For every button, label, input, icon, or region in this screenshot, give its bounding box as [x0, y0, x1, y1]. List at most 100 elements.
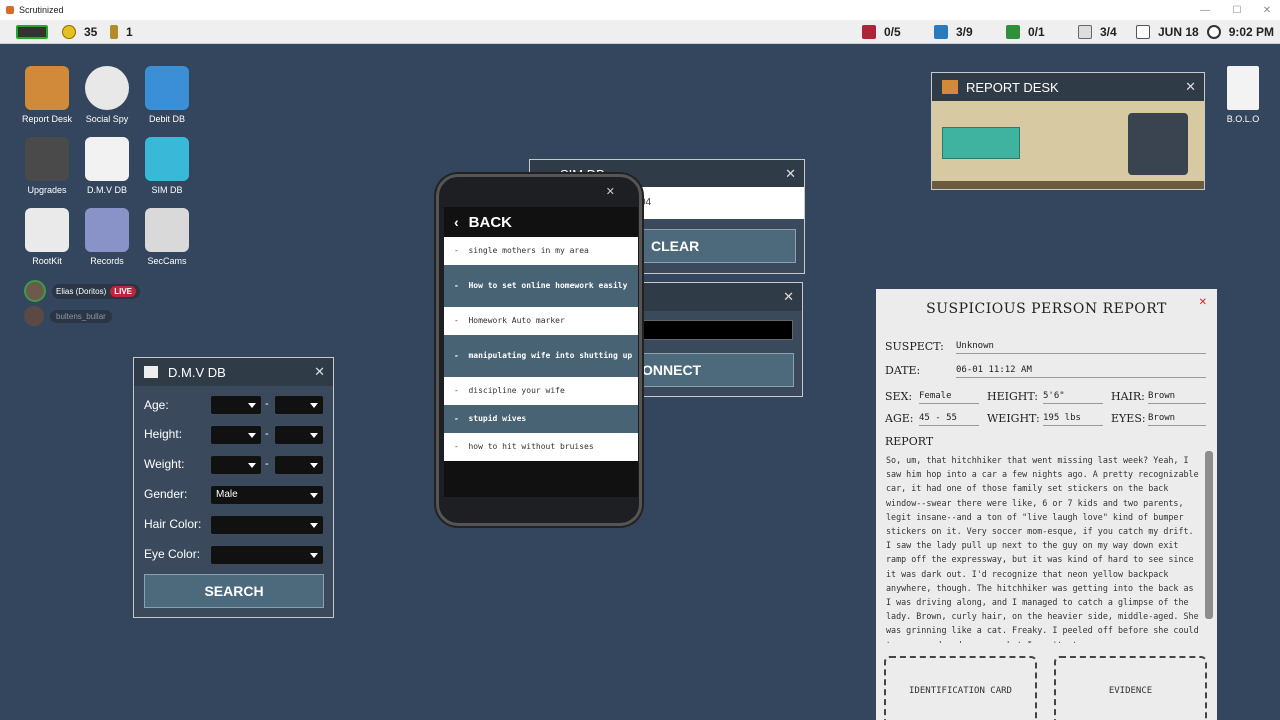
desktop-icon-label: B.O.L.O — [1226, 114, 1260, 124]
range-dash: - — [265, 428, 269, 440]
key-count: 1 — [126, 25, 133, 39]
close-icon[interactable]: ✕ — [1185, 79, 1196, 95]
phone-window: ✕ ‹ BACK - single mothers in my area - H… — [436, 174, 642, 526]
report-desk-icon — [942, 80, 958, 94]
date-display: JUN 18 — [1158, 25, 1199, 39]
eyes-label: EYES: — [1111, 412, 1146, 425]
eye-color-select[interactable] — [211, 546, 323, 564]
desktop-icon-seccams[interactable]: SecCams — [132, 208, 202, 266]
time-display: 9:02 PM — [1228, 25, 1275, 39]
computer-icon — [16, 24, 48, 40]
weight-max-select[interactable] — [275, 456, 323, 474]
gender-select[interactable]: Male — [211, 486, 323, 504]
suspect-label: SUSPECT: — [885, 340, 944, 353]
desktop-icon-label: Upgrades — [27, 185, 67, 195]
age-min-select[interactable] — [211, 396, 261, 414]
stream-username: bultens_bullar — [50, 309, 112, 323]
stream-user-row: Elias (Doritos) LIVE — [24, 280, 141, 302]
search-history-item[interactable]: - Homework Auto marker — [444, 307, 638, 335]
phone-icon[interactable] — [1128, 113, 1188, 175]
desktop-icon-debit-db[interactable]: Debit DB — [132, 66, 202, 124]
calendar-icon — [1136, 25, 1150, 39]
report-icon — [934, 25, 948, 39]
desktop-icon-label: Social Spy — [85, 114, 129, 124]
age-max-select[interactable] — [275, 396, 323, 414]
hair-color-label: Hair Color: — [144, 517, 202, 531]
height-value[interactable]: 5'6" — [1043, 391, 1103, 404]
suspicious-person-report: SUSPICIOUS PERSON REPORT ✕ SUSPECT: Unkn… — [876, 289, 1217, 720]
fax-tray[interactable] — [942, 127, 1020, 159]
age-label: Age: — [144, 398, 169, 412]
upgrades-icon — [25, 137, 69, 181]
desk-edge — [932, 181, 1204, 189]
identification-card-slot[interactable]: IDENTIFICATION CARD — [884, 656, 1037, 720]
date-label: DATE: — [885, 364, 921, 377]
desktop-icon-bolo[interactable]: B.O.L.O — [1208, 66, 1278, 124]
close-icon[interactable]: ✕ — [783, 289, 794, 305]
note-icon — [1078, 25, 1092, 39]
minimize-icon[interactable]: — — [1190, 0, 1220, 20]
report-scrollbar[interactable] — [1205, 451, 1213, 619]
case-icon — [862, 25, 876, 39]
close-window-icon[interactable]: ✕ — [1252, 0, 1280, 20]
key-icon — [110, 25, 118, 39]
desktop-icon-label: Report Desk — [21, 114, 73, 124]
close-icon[interactable]: ✕ — [606, 185, 615, 198]
dmv-db-icon — [144, 366, 158, 378]
eyes-value[interactable]: Brown — [1148, 413, 1206, 426]
back-button[interactable]: ‹ BACK — [444, 207, 638, 237]
stream-user-row: bultens_bullar — [24, 306, 112, 326]
weight-value[interactable]: 195 lbs — [1043, 413, 1103, 426]
search-history-item[interactable]: - single mothers in my area — [444, 237, 638, 265]
records-icon — [85, 208, 129, 252]
report-label: REPORT — [885, 435, 934, 448]
clock-icon — [1206, 25, 1221, 39]
sex-value[interactable]: Female — [919, 391, 979, 404]
report-desk-icon — [25, 66, 69, 110]
close-icon[interactable]: ✕ — [785, 166, 796, 182]
weight-min-select[interactable] — [211, 456, 261, 474]
avatar — [24, 280, 46, 302]
chevron-left-icon: ‹ — [454, 214, 459, 230]
evidence-slot[interactable]: EVIDENCE — [1054, 656, 1207, 720]
weight-label: WEIGHT: — [987, 412, 1040, 425]
status-bar: 35 1 0/5 3/9 0/1 3/4 JUN 18 9:02 PM — [0, 20, 1280, 44]
window-titlebar: Scrutinized — ☐ ✕ — [0, 0, 1280, 20]
card-icon — [1006, 25, 1020, 39]
seccams-icon — [145, 208, 189, 252]
desktop-icon-label: Debit DB — [148, 114, 185, 124]
desktop-icon-label: D.M.V DB — [86, 185, 127, 195]
dmv-db-window: D.M.V DB ✕ Age: - Height: - Weight: - Ge… — [133, 357, 334, 618]
search-history-item[interactable]: - How to set online homework easily — [444, 265, 638, 307]
hair-label: HAIR: — [1111, 390, 1145, 403]
report-title: SUSPICIOUS PERSON REPORT — [926, 301, 1167, 317]
case-count: 0/5 — [884, 25, 901, 39]
search-history-item[interactable]: - stupid wives — [444, 405, 638, 433]
height-max-select[interactable] — [275, 426, 323, 444]
hair-color-select[interactable] — [211, 516, 323, 534]
search-history-item[interactable]: - discipline your wife — [444, 377, 638, 405]
close-icon[interactable]: ✕ — [314, 364, 325, 380]
sex-label: SEX: — [885, 390, 913, 403]
age-value[interactable]: 45 - 55 — [919, 413, 979, 426]
connect-input[interactable] — [638, 320, 793, 340]
search-history-item[interactable]: - manipulating wife into shutting up — [444, 335, 638, 377]
close-icon[interactable]: ✕ — [1199, 297, 1207, 308]
date-value[interactable]: 06-01 11:12 AM — [956, 365, 1206, 378]
search-history-item[interactable]: - how to hit without bruises — [444, 433, 638, 461]
search-button[interactable]: SEARCH — [144, 574, 324, 608]
hair-value[interactable]: Brown — [1148, 391, 1206, 404]
report-text[interactable]: So, um, that hitchhiker that went missin… — [886, 453, 1200, 643]
suspect-value[interactable]: Unknown — [956, 341, 1206, 354]
phone-screen: ‹ BACK - single mothers in my area - How… — [444, 207, 638, 497]
rootkit-icon — [25, 208, 69, 252]
desktop-icon-sim-db[interactable]: SIM DB — [132, 137, 202, 195]
height-label: Height: — [144, 427, 183, 441]
height-min-select[interactable] — [211, 426, 261, 444]
maximize-icon[interactable]: ☐ — [1222, 0, 1252, 20]
window-title: REPORT DESK — [966, 79, 1059, 95]
back-label: BACK — [468, 213, 513, 231]
dmv-db-header: D.M.V DB — [134, 358, 333, 386]
sim-db-icon — [145, 137, 189, 181]
card-count: 0/1 — [1028, 25, 1045, 39]
